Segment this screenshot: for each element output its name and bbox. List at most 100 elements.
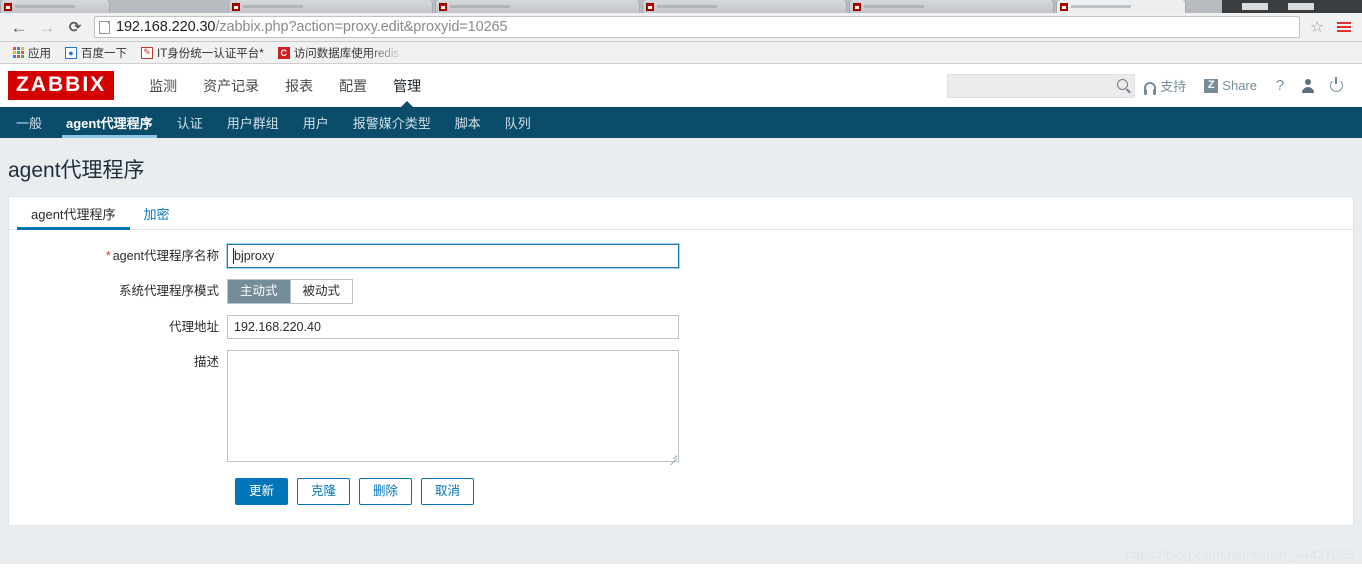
proxy-name-input[interactable]	[227, 244, 679, 268]
subnav-item-media-types[interactable]: 报警媒介类型	[341, 107, 443, 138]
user-profile-button[interactable]	[1294, 64, 1322, 107]
support-label: 支持	[1160, 79, 1187, 94]
tab-title-ghost	[657, 5, 717, 8]
bookmark-redis-doc[interactable]: C 访问数据库使用redis	[271, 43, 406, 63]
tab-favicon-icon	[853, 2, 861, 11]
share-label: Share	[1222, 78, 1257, 93]
nav-item-inventory[interactable]: 资产记录	[190, 64, 272, 107]
tab-title-ghost	[243, 5, 303, 8]
proxy-mode-toggle[interactable]: 主动式 被动式	[227, 279, 354, 304]
mode-option-passive[interactable]: 被动式	[290, 280, 353, 303]
tab-favicon-icon	[232, 2, 240, 11]
nav-item-monitoring[interactable]: 监测	[136, 64, 190, 107]
subnav-item-user-groups[interactable]: 用户群组	[215, 107, 291, 138]
update-button[interactable]: 更新	[235, 478, 289, 505]
subnav-item-proxies[interactable]: agent代理程序	[54, 107, 165, 138]
browser-tab[interactable]	[849, 0, 1054, 13]
form-row-address: 代理地址	[9, 315, 1353, 339]
nav-item-reports[interactable]: 报表	[272, 64, 326, 107]
search-input[interactable]	[954, 77, 1129, 94]
reload-icon[interactable]: ⟳	[62, 15, 88, 39]
subnav-item-authentication[interactable]: 认证	[165, 107, 215, 138]
required-asterisk: *	[105, 249, 111, 263]
tab-favicon-icon	[1060, 2, 1068, 11]
browser-tab[interactable]	[435, 0, 640, 13]
sub-navigation: 一般 agent代理程序 认证 用户群组 用户 报警媒介类型 脚本 队列	[0, 107, 1362, 138]
browser-tab[interactable]	[0, 0, 110, 13]
browser-tab[interactable]	[228, 0, 433, 13]
address-bar-url: 192.168.220.30/zabbix.php?action=proxy.e…	[116, 19, 508, 35]
header-actions: 支持 Z Share ?	[947, 64, 1350, 107]
bookmark-label: 访问数据库使用redis	[293, 47, 400, 60]
address-bar[interactable]: 192.168.220.30/zabbix.php?action=proxy.e…	[94, 16, 1300, 38]
back-arrow-icon[interactable]: ←	[6, 15, 32, 39]
card-tab-list: agent代理程序 加密	[9, 197, 1353, 230]
bookmark-baidu[interactable]: ● 百度一下	[58, 43, 134, 63]
label-proxy-name: * agent代理程序名称	[9, 244, 227, 266]
browser-tab[interactable]	[642, 0, 847, 13]
page-viewport: ZABBIX 监测 资产记录 报表 配置 管理 支持 Z Share ? 一般 …	[0, 64, 1362, 564]
tab-title-ghost	[864, 5, 924, 8]
redis-doc-icon: C	[277, 46, 290, 59]
bookmark-star-icon[interactable]: ☆	[1306, 16, 1328, 38]
proxy-address-input[interactable]	[227, 315, 679, 339]
subnav-item-queue[interactable]: 队列	[493, 107, 543, 138]
text-caret	[233, 248, 234, 264]
global-search[interactable]	[947, 73, 1136, 98]
bookmark-it-auth[interactable]: ✎ IT身份统一认证平台*	[134, 43, 271, 63]
form-row-name: * agent代理程序名称	[9, 244, 1353, 268]
maximize-button[interactable]	[1288, 3, 1314, 10]
share-link[interactable]: Z Share	[1195, 64, 1266, 107]
minimize-button[interactable]	[1242, 3, 1268, 10]
clone-button[interactable]: 克隆	[297, 478, 351, 505]
bookmark-label: 百度一下	[81, 47, 127, 60]
tab-favicon-icon	[4, 2, 12, 11]
nav-item-configuration[interactable]: 配置	[326, 64, 380, 107]
window-controls[interactable]	[1222, 0, 1362, 13]
help-icon[interactable]: ?	[1266, 64, 1294, 107]
bookmark-label: IT身份统一认证平台*	[157, 47, 264, 60]
watermark: https://blog.csdn.net/weixin_44437026	[1125, 547, 1354, 562]
subnav-item-users[interactable]: 用户	[291, 107, 341, 138]
zabbix-header: ZABBIX 监测 资产记录 报表 配置 管理 支持 Z Share ?	[0, 64, 1362, 108]
delete-button[interactable]: 删除	[359, 478, 413, 505]
form-row-mode: 系统代理程序模式 主动式 被动式	[9, 279, 1353, 304]
power-icon	[1329, 77, 1343, 92]
mode-option-active[interactable]: 主动式	[228, 280, 291, 303]
label-proxy-address: 代理地址	[168, 320, 219, 334]
browser-toolbar: ← → ⟳ 192.168.220.30/zabbix.php?action=p…	[0, 13, 1362, 42]
browser-menu-icon[interactable]	[1332, 15, 1356, 39]
forward-arrow-icon[interactable]: →	[34, 15, 60, 39]
page-document-icon	[99, 20, 110, 34]
tab-title-ghost	[15, 5, 75, 8]
bookmark-label: 应用	[28, 47, 51, 60]
tab-proxy[interactable]: agent代理程序	[17, 197, 130, 230]
person-icon	[1302, 79, 1315, 93]
label-description: 描述	[193, 355, 219, 369]
label-proxy-mode: 系统代理程序模式	[118, 284, 219, 298]
form-actions: 更新 克隆 删除 取消	[9, 478, 1353, 505]
apps-grid-icon	[13, 47, 24, 58]
signout-button[interactable]	[1322, 64, 1350, 107]
page-title: agent代理程序	[8, 159, 145, 182]
headset-icon	[1144, 81, 1157, 95]
main-navigation: 监测 资产记录 报表 配置 管理	[136, 64, 434, 108]
subnav-item-scripts[interactable]: 脚本	[443, 107, 493, 138]
browser-tab-strip[interactable]	[0, 0, 1362, 13]
tab-title-ghost	[450, 5, 510, 8]
proxy-form: *agent代理程序名称 系统代理程序模式 主动式 被动式	[9, 230, 1353, 525]
zabbix-share-icon: Z	[1204, 78, 1219, 93]
support-link[interactable]: 支持	[1135, 64, 1195, 107]
label-text: agent代理程序名称	[112, 249, 219, 263]
cancel-button[interactable]: 取消	[421, 478, 475, 505]
subnav-item-general[interactable]: 一般	[4, 107, 54, 138]
zabbix-logo[interactable]: ZABBIX	[8, 71, 115, 100]
description-textarea[interactable]	[227, 350, 679, 462]
search-icon[interactable]	[1117, 78, 1129, 90]
bookmark-apps[interactable]: 应用	[6, 43, 58, 63]
bookmarks-bar: 应用 ● 百度一下 ✎ IT身份统一认证平台* C 访问数据库使用redis	[0, 42, 1362, 64]
tab-encryption[interactable]: 加密	[130, 197, 184, 229]
nav-item-administration[interactable]: 管理	[380, 64, 434, 108]
tab-title-ghost	[1071, 5, 1131, 8]
browser-tab-active[interactable]	[1056, 0, 1186, 13]
